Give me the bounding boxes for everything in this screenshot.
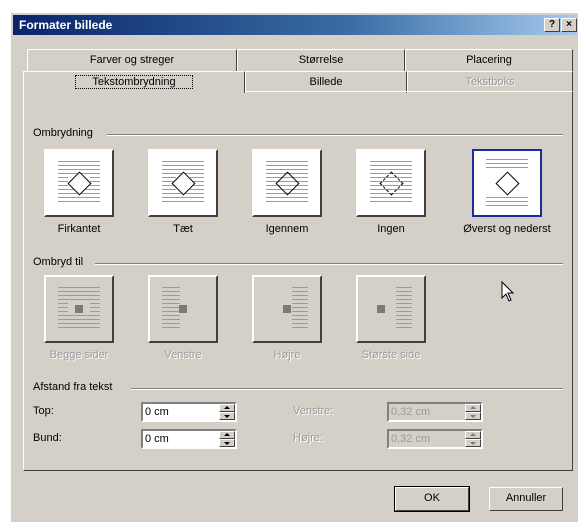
- right-down-arrow-icon: [465, 439, 481, 447]
- divider: [131, 388, 563, 390]
- wrap-right-icon: [252, 275, 322, 343]
- option-label: Øverst og nederst: [463, 223, 551, 235]
- divider: [95, 263, 563, 265]
- wrapping-heading: Ombrydning: [33, 127, 93, 139]
- wrap-to-heading: Ombryd til: [33, 256, 84, 268]
- wrap-right-option: Højre: [249, 275, 325, 361]
- tab-picture[interactable]: Billede: [245, 71, 407, 93]
- bottom-down-arrow-icon[interactable]: [219, 439, 235, 447]
- wrap-tight-option[interactable]: Tæt: [145, 149, 221, 235]
- bottom-spinner[interactable]: [141, 429, 237, 449]
- tab-label: Farver og streger: [89, 54, 175, 66]
- wrap-none-option[interactable]: Ingen: [353, 149, 429, 235]
- option-label: Ingen: [377, 223, 405, 235]
- wrap-none-icon: [356, 149, 426, 217]
- left-up-arrow-icon: [465, 404, 481, 412]
- right-spinner: [387, 429, 483, 449]
- right-label: Højre:: [293, 432, 323, 444]
- bottom-input[interactable]: [145, 432, 211, 446]
- distance-heading: Afstand fra tekst: [33, 381, 113, 393]
- cancel-button[interactable]: Annuller: [489, 487, 563, 511]
- wrap-left-option: Venstre: [145, 275, 221, 361]
- option-label: Højre: [273, 349, 301, 361]
- wrap-both-sides-icon: [44, 275, 114, 343]
- right-input: [391, 432, 457, 446]
- top-up-arrow-icon[interactable]: [219, 404, 235, 412]
- bottom-up-arrow-icon[interactable]: [219, 431, 235, 439]
- title-bar: Formater billede ? ×: [13, 15, 577, 35]
- option-label: Igennem: [265, 223, 309, 235]
- dialog-title: Formater billede: [19, 18, 113, 32]
- top-down-arrow-icon[interactable]: [219, 412, 235, 420]
- wrap-through-icon: [252, 149, 322, 217]
- format-picture-dialog: Formater billede ? × Farver og streger S…: [10, 12, 578, 522]
- top-label: Top:: [33, 405, 54, 417]
- tab-label: Placering: [466, 54, 512, 66]
- left-input: [391, 405, 457, 419]
- wrap-left-icon: [148, 275, 218, 343]
- tab-label: Tekstombrydning: [75, 75, 193, 89]
- wrap-tight-icon: [148, 149, 218, 217]
- left-label: Venstre:: [293, 405, 334, 417]
- tab-size[interactable]: Størrelse: [237, 49, 405, 71]
- ok-button[interactable]: OK: [394, 486, 470, 512]
- close-button[interactable]: ×: [561, 18, 577, 32]
- option-label: Største side: [361, 349, 421, 361]
- tab-textbox: Tekstboks: [407, 71, 573, 93]
- wrap-largest-side-option: Største side: [353, 275, 429, 361]
- help-button[interactable]: ?: [544, 18, 560, 32]
- right-up-arrow-icon: [465, 431, 481, 439]
- wrap-both-sides-option: Begge sider: [41, 275, 117, 361]
- wrap-square-option[interactable]: Firkantet: [41, 149, 117, 235]
- bottom-label: Bund:: [33, 432, 62, 444]
- mouse-pointer-icon: [501, 281, 515, 302]
- option-label: Firkantet: [57, 223, 101, 235]
- option-label: Venstre: [164, 349, 202, 361]
- left-down-arrow-icon: [465, 412, 481, 420]
- divider: [107, 134, 563, 136]
- top-spinner[interactable]: [141, 402, 237, 422]
- left-spinner: [387, 402, 483, 422]
- tab-label: Størrelse: [298, 54, 344, 66]
- wrap-top-bottom-icon: [472, 149, 542, 217]
- wrap-square-icon: [44, 149, 114, 217]
- tab-position[interactable]: Placering: [405, 49, 573, 71]
- wrap-largest-side-icon: [356, 275, 426, 343]
- option-label: Tæt: [173, 223, 193, 235]
- tab-label: Billede: [309, 76, 343, 88]
- option-label: Begge sider: [49, 349, 109, 361]
- tab-text-wrapping[interactable]: Tekstombrydning: [23, 71, 245, 93]
- top-input[interactable]: [145, 405, 211, 419]
- tab-label: Tekstboks: [465, 76, 515, 88]
- tab-colors-lines[interactable]: Farver og streger: [27, 49, 237, 71]
- wrap-through-option[interactable]: Igennem: [249, 149, 325, 235]
- wrap-top-bottom-option[interactable]: Øverst og nederst: [457, 149, 557, 235]
